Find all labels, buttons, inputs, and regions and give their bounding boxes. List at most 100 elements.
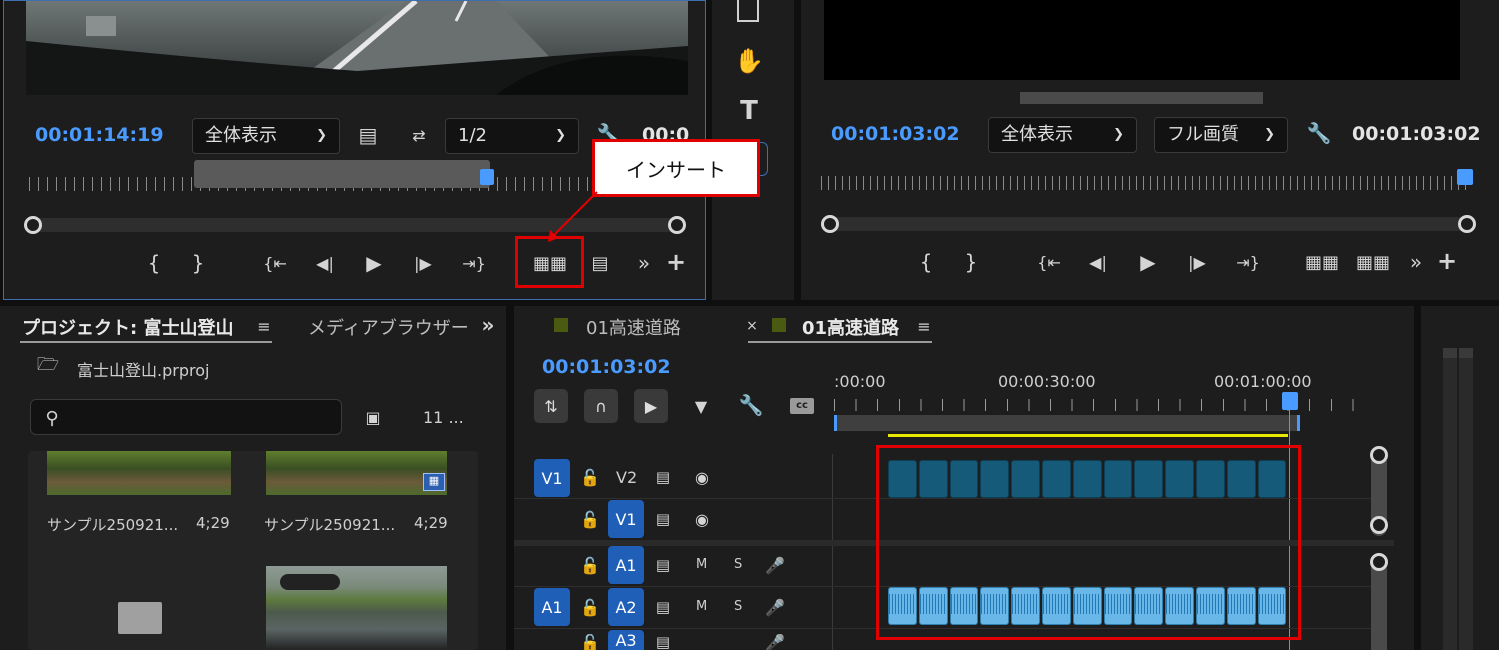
add-button-icon[interactable]: +	[664, 248, 688, 276]
lock-icon[interactable]: 🔓	[580, 634, 600, 650]
more-icon[interactable]: »	[634, 251, 654, 275]
sync-lock-icon[interactable]: ▤	[652, 466, 674, 488]
folder-up-icon[interactable]: 🗁	[34, 354, 62, 378]
source-timecode[interactable]: 00:01:14:19	[35, 124, 164, 146]
program-fit-dropdown[interactable]: 全体表示 ❯	[988, 117, 1137, 153]
drag-video-icon[interactable]: ⇄	[404, 123, 434, 147]
find-bin-icon[interactable]: ▣	[360, 405, 386, 429]
overwrite-icon[interactable]: ▤	[584, 249, 616, 277]
tab-sequence-1[interactable]: 01高速道路	[586, 314, 681, 340]
eye-icon[interactable]: ◉	[690, 508, 714, 530]
source-in-out-range[interactable]	[194, 160, 490, 188]
source-patch-v1[interactable]: V1	[534, 459, 570, 497]
mute-button-a2[interactable]: M	[696, 599, 707, 614]
go-to-in-icon[interactable]: {⇤	[1034, 250, 1064, 274]
captions-icon[interactable]: cc	[790, 398, 814, 414]
close-icon[interactable]: ×	[744, 316, 760, 336]
track-target-v1[interactable]: V1	[608, 500, 644, 538]
bin-folder-icon[interactable]	[118, 602, 162, 634]
more-icon[interactable]: »	[1406, 250, 1426, 274]
sync-lock-icon[interactable]: ▤	[652, 508, 674, 530]
timeline-zoom-bar[interactable]	[834, 415, 1300, 431]
program-ruler	[821, 176, 1466, 190]
tab-sequence-2[interactable]: 01高速道路	[802, 314, 899, 340]
mark-in-icon[interactable]: {	[142, 251, 166, 275]
thumbnail-1[interactable]	[47, 451, 231, 495]
track-target-a2[interactable]: A2	[608, 588, 644, 626]
sync-lock-icon[interactable]: ▤	[652, 596, 674, 618]
add-button-icon[interactable]: +	[1435, 247, 1459, 275]
hand-tool-icon[interactable]: ✋	[732, 44, 766, 78]
solo-button-a1[interactable]: S	[734, 557, 742, 572]
step-back-icon[interactable]: ◀|	[312, 251, 338, 275]
add-marker-icon[interactable]: ▼	[690, 395, 712, 417]
panel-menu-icon[interactable]: ≡	[914, 316, 934, 336]
meter-right	[1459, 348, 1473, 650]
video-scroll-top[interactable]	[1370, 446, 1388, 464]
step-forward-icon[interactable]: |▶	[1184, 250, 1210, 274]
program-timecode[interactable]: 00:01:03:02	[831, 123, 960, 145]
solo-button-a2[interactable]: S	[734, 599, 742, 614]
sequence-color-1	[554, 318, 568, 332]
program-scroll-handle[interactable]	[1020, 92, 1263, 104]
program-scrollbar[interactable]	[827, 217, 1467, 231]
audio-scroll-top[interactable]	[1370, 553, 1388, 571]
tab-project-underline	[20, 341, 272, 343]
source-scroll-start[interactable]	[24, 216, 42, 234]
mark-out-icon[interactable]: }	[186, 251, 210, 275]
more-tabs-icon[interactable]: »	[478, 313, 498, 337]
lock-icon[interactable]: 🔓	[580, 554, 600, 576]
extract-icon[interactable]: ▦▦	[1356, 248, 1390, 276]
step-back-icon[interactable]: ◀|	[1085, 250, 1111, 274]
search-input[interactable]	[30, 399, 342, 435]
program-duration: 00:01:03:02	[1352, 123, 1481, 145]
lock-icon[interactable]: 🔓	[580, 596, 600, 618]
track-target-a3[interactable]: A3	[608, 630, 644, 650]
program-scroll-start[interactable]	[821, 215, 839, 233]
nest-toggle-icon[interactable]: ⇅	[534, 389, 568, 423]
source-scroll-end[interactable]	[668, 216, 686, 234]
timeline-playhead-head[interactable]	[1282, 392, 1298, 410]
mute-button-a1[interactable]: M	[696, 557, 707, 572]
mark-in-icon[interactable]: {	[914, 250, 938, 274]
tab-media-browser[interactable]: メディアブラウザー	[308, 314, 470, 340]
play-icon[interactable]: ▶	[1136, 250, 1160, 274]
rectangle-tool-icon[interactable]	[737, 0, 759, 22]
step-forward-icon[interactable]: |▶	[410, 251, 436, 275]
play-icon[interactable]: ▶	[362, 251, 386, 275]
source-patch-a1[interactable]: A1	[534, 588, 570, 626]
sync-lock-icon[interactable]: ▤	[652, 634, 674, 650]
go-to-out-icon[interactable]: ⇥}	[1233, 250, 1263, 274]
program-playhead[interactable]	[1457, 169, 1473, 185]
program-scroll-end[interactable]	[1458, 215, 1476, 233]
wrench-icon[interactable]: 🔧	[1306, 120, 1332, 146]
lock-icon[interactable]: 🔓	[580, 466, 600, 488]
lift-icon[interactable]: ▦▦	[1305, 248, 1339, 276]
snap-icon[interactable]: ∩	[584, 389, 618, 423]
track-target-a1[interactable]: A1	[608, 546, 644, 584]
microphone-icon[interactable]: 🎤	[764, 595, 786, 619]
lock-icon[interactable]: 🔓	[580, 508, 600, 530]
mark-out-icon[interactable]: }	[959, 250, 983, 274]
program-quality-dropdown[interactable]: フル画質 ❯	[1154, 117, 1288, 153]
type-tool-icon[interactable]: T	[732, 94, 766, 128]
panel-menu-icon[interactable]: ≡	[254, 316, 274, 336]
film-icon[interactable]: ▤	[356, 123, 380, 147]
sync-lock-icon[interactable]: ▤	[652, 554, 674, 576]
go-to-in-icon[interactable]: {⇤	[260, 251, 290, 275]
thumbnail-2[interactable]	[266, 451, 447, 495]
video-scroll-bottom[interactable]	[1370, 516, 1388, 534]
program-quality-label: フル画質	[1167, 124, 1239, 145]
go-to-out-icon[interactable]: ⇥}	[459, 251, 489, 275]
tab-project[interactable]: プロジェクト: 富士山登山	[22, 314, 233, 340]
source-fit-dropdown[interactable]: 全体表示 ❯	[192, 118, 340, 154]
wrench-icon[interactable]: 🔧	[738, 392, 764, 418]
microphone-icon[interactable]: 🎤	[764, 553, 786, 577]
program-monitor: 00:01:03:02 全体表示 ❯ フル画質 ❯ 🔧 00:01:03:02 { …	[801, 0, 1499, 300]
timeline-timecode[interactable]: 00:01:03:02	[542, 356, 671, 378]
source-resolution-dropdown[interactable]: 1/2 ❯	[445, 118, 579, 154]
source-playhead[interactable]	[480, 169, 494, 185]
eye-icon[interactable]: ◉	[690, 466, 714, 488]
microphone-icon[interactable]: 🎤	[764, 634, 786, 650]
linked-selection-icon[interactable]: ▶	[634, 389, 668, 423]
